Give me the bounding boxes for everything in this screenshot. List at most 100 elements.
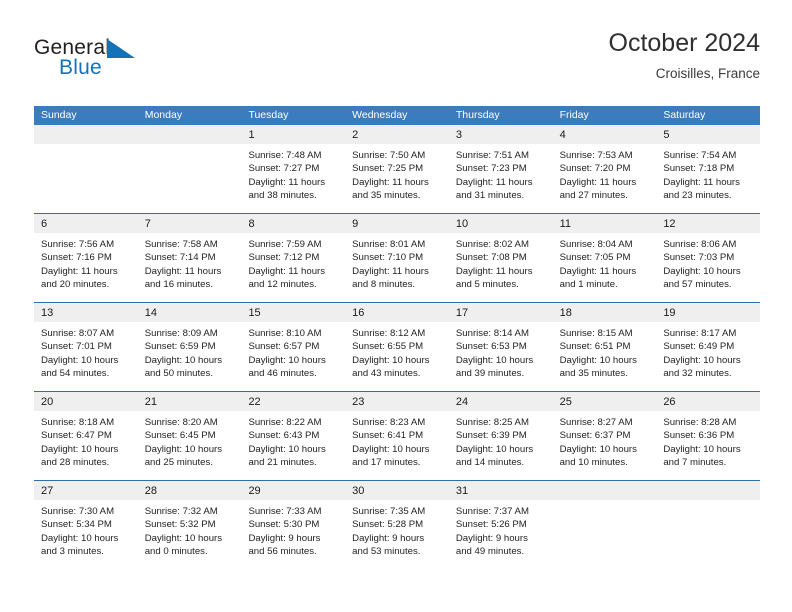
sunset-text: Sunset: 7:14 PM: [144, 252, 216, 264]
calendar-day-cell-17[interactable]: 17 Sunrise: 8:14 AM Sunset: 6:53 PM Dayl…: [448, 303, 553, 391]
day-number-strip: 25: [552, 392, 657, 411]
daylight-text-line1: Daylight: 11 hours: [352, 265, 429, 277]
day-number: 2: [352, 129, 359, 141]
day-number-strip: 18: [552, 303, 657, 322]
daylight-text-line1: Daylight: 10 hours: [559, 354, 637, 366]
calendar-day-cell-30[interactable]: 30 Sunrise: 7:35 AM Sunset: 5:28 PM Dayl…: [345, 481, 449, 569]
sunrise-text: Sunrise: 7:56 AM: [41, 239, 115, 250]
calendar-day-cell-16[interactable]: 16 Sunrise: 8:12 AM Sunset: 6:55 PM Dayl…: [345, 303, 449, 391]
calendar-day-cell-25[interactable]: 25 Sunrise: 8:27 AM Sunset: 6:37 PM Dayl…: [552, 392, 657, 480]
day-number: 11: [559, 218, 572, 230]
day-details: Sunrise: 7:50 AM Sunset: 7:25 PM Dayligh…: [345, 144, 449, 203]
daylight-text-line2: and 17 minutes.: [352, 457, 421, 469]
weekday-header-row: Sunday Monday Tuesday Wednesday Thursday…: [34, 106, 760, 125]
sunset-text: Sunset: 7:08 PM: [455, 252, 527, 264]
day-details: Sunrise: 7:54 AM Sunset: 7:18 PM Dayligh…: [656, 144, 760, 203]
calendar-day-cell-29[interactable]: 29 Sunrise: 7:33 AM Sunset: 5:30 PM Dayl…: [241, 481, 346, 569]
day-number: 7: [144, 218, 151, 230]
day-details: Sunrise: 8:23 AM Sunset: 6:41 PM Dayligh…: [345, 411, 449, 470]
calendar-day-cell-18[interactable]: 18 Sunrise: 8:15 AM Sunset: 6:51 PM Dayl…: [552, 303, 657, 391]
sunrise-text: Sunrise: 7:33 AM: [248, 506, 322, 517]
weekday-header-sunday: Sunday: [41, 109, 77, 121]
day-number-strip: 11: [552, 214, 657, 233]
daylight-text-line1: Daylight: 10 hours: [248, 443, 326, 455]
day-number-strip: 21: [137, 392, 242, 411]
calendar-day-cell-3[interactable]: 3 Sunrise: 7:51 AM Sunset: 7:23 PM Dayli…: [448, 125, 553, 213]
day-details: Sunrise: 7:51 AM Sunset: 7:23 PM Dayligh…: [449, 144, 553, 203]
day-number-strip: 2: [345, 125, 449, 144]
daylight-text-line1: Daylight: 10 hours: [663, 265, 741, 277]
daylight-text-line1: Daylight: 11 hours: [559, 176, 637, 188]
day-details: Sunrise: 8:04 AM Sunset: 7:05 PM Dayligh…: [553, 233, 657, 292]
calendar-day-cell-1[interactable]: 1 Sunrise: 7:48 AM Sunset: 7:27 PM Dayli…: [241, 125, 346, 213]
daylight-text-line2: and 49 minutes.: [455, 546, 525, 558]
calendar-day-cell-22[interactable]: 22 Sunrise: 8:22 AM Sunset: 6:43 PM Dayl…: [241, 392, 346, 480]
day-number-strip: 16: [345, 303, 449, 322]
sunset-text: Sunset: 6:43 PM: [248, 430, 320, 442]
calendar-day-cell-28[interactable]: 28 Sunrise: 7:32 AM Sunset: 5:32 PM Dayl…: [137, 481, 242, 569]
day-details: Sunrise: 7:37 AM Sunset: 5:26 PM Dayligh…: [449, 500, 553, 559]
day-number-strip: 30: [345, 481, 449, 500]
calendar-day-cell-empty: [34, 125, 138, 213]
day-number: 12: [663, 218, 676, 230]
calendar-day-cell-5[interactable]: 5 Sunrise: 7:54 AM Sunset: 7:18 PM Dayli…: [656, 125, 761, 213]
day-details: Sunrise: 8:18 AM Sunset: 6:47 PM Dayligh…: [34, 411, 138, 470]
triangle-icon: [107, 39, 135, 58]
calendar-day-cell-9[interactable]: 9 Sunrise: 8:01 AM Sunset: 7:10 PM Dayli…: [345, 214, 449, 302]
day-number: 15: [248, 307, 261, 319]
weekday-header-monday: Monday: [144, 109, 183, 121]
calendar-day-cell-8[interactable]: 8 Sunrise: 7:59 AM Sunset: 7:12 PM Dayli…: [241, 214, 346, 302]
day-number: 25: [559, 396, 572, 408]
sunrise-text: Sunrise: 8:27 AM: [559, 417, 633, 428]
sunset-text: Sunset: 7:25 PM: [352, 163, 424, 175]
day-details: Sunrise: 8:17 AM Sunset: 6:49 PM Dayligh…: [656, 322, 760, 381]
calendar-day-cell-19[interactable]: 19 Sunrise: 8:17 AM Sunset: 6:49 PM Dayl…: [656, 303, 761, 391]
sunset-text: Sunset: 7:01 PM: [41, 341, 112, 353]
calendar-day-cell-4[interactable]: 4 Sunrise: 7:53 AM Sunset: 7:20 PM Dayli…: [552, 125, 657, 213]
calendar-day-cell-7[interactable]: 7 Sunrise: 7:58 AM Sunset: 7:14 PM Dayli…: [137, 214, 242, 302]
daylight-text-line1: Daylight: 10 hours: [144, 354, 223, 366]
calendar-day-cell-11[interactable]: 11 Sunrise: 8:04 AM Sunset: 7:05 PM Dayl…: [552, 214, 657, 302]
daylight-text-line1: Daylight: 10 hours: [144, 443, 223, 455]
calendar-day-cell-27[interactable]: 27 Sunrise: 7:30 AM Sunset: 5:34 PM Dayl…: [34, 481, 138, 569]
calendar-day-cell-26[interactable]: 26 Sunrise: 8:28 AM Sunset: 6:36 PM Dayl…: [656, 392, 761, 480]
sunset-text: Sunset: 7:27 PM: [248, 163, 320, 175]
daylight-text-line1: Daylight: 10 hours: [144, 532, 223, 544]
brand-name-blue: Blue: [59, 56, 102, 79]
calendar-day-cell-13[interactable]: 13 Sunrise: 8:07 AM Sunset: 7:01 PM Dayl…: [34, 303, 138, 391]
day-details: Sunrise: 7:35 AM Sunset: 5:28 PM Dayligh…: [345, 500, 449, 559]
page-title: October 2024: [608, 29, 761, 57]
calendar-day-cell-23[interactable]: 23 Sunrise: 8:23 AM Sunset: 6:41 PM Dayl…: [345, 392, 449, 480]
calendar-day-cell-20[interactable]: 20 Sunrise: 8:18 AM Sunset: 6:47 PM Dayl…: [34, 392, 138, 480]
sunset-text: Sunset: 7:03 PM: [663, 252, 735, 264]
day-number-strip: [552, 481, 657, 500]
calendar-day-cell-24[interactable]: 24 Sunrise: 8:25 AM Sunset: 6:39 PM Dayl…: [448, 392, 553, 480]
daylight-text-line2: and 20 minutes.: [41, 279, 110, 291]
calendar-day-cell-2[interactable]: 2 Sunrise: 7:50 AM Sunset: 7:25 PM Dayli…: [345, 125, 449, 213]
daylight-text-line2: and 32 minutes.: [663, 368, 732, 380]
sunset-text: Sunset: 6:47 PM: [41, 430, 112, 442]
sunset-text: Sunset: 7:05 PM: [559, 252, 631, 264]
day-number-strip: 5: [656, 125, 761, 144]
calendar-day-cell-15[interactable]: 15 Sunrise: 8:10 AM Sunset: 6:57 PM Dayl…: [241, 303, 346, 391]
day-number: 27: [41, 485, 54, 497]
daylight-text-line2: and 38 minutes.: [248, 190, 317, 202]
sunset-text: Sunset: 5:34 PM: [41, 519, 112, 531]
sunrise-text: Sunrise: 8:17 AM: [663, 328, 737, 339]
calendar-day-cell-14[interactable]: 14 Sunrise: 8:09 AM Sunset: 6:59 PM Dayl…: [137, 303, 242, 391]
daylight-text-line2: and 28 minutes.: [41, 457, 110, 469]
sunrise-text: Sunrise: 7:54 AM: [663, 150, 737, 161]
calendar-day-cell-12[interactable]: 12 Sunrise: 8:06 AM Sunset: 7:03 PM Dayl…: [656, 214, 761, 302]
calendar-day-cell-6[interactable]: 6 Sunrise: 7:56 AM Sunset: 7:16 PM Dayli…: [34, 214, 138, 302]
calendar-day-cell-10[interactable]: 10 Sunrise: 8:02 AM Sunset: 7:08 PM Dayl…: [448, 214, 553, 302]
calendar-day-cell-21[interactable]: 21 Sunrise: 8:20 AM Sunset: 6:45 PM Dayl…: [137, 392, 242, 480]
brand-logo[interactable]: General Blue: [34, 36, 194, 90]
day-number: 23: [352, 396, 365, 408]
sunset-text: Sunset: 6:53 PM: [455, 341, 527, 353]
day-details: Sunrise: 7:59 AM Sunset: 7:12 PM Dayligh…: [241, 233, 345, 292]
daylight-text-line2: and 35 minutes.: [352, 190, 421, 202]
daylight-text-line2: and 16 minutes.: [144, 279, 213, 291]
sunset-text: Sunset: 7:23 PM: [455, 163, 527, 175]
daylight-text-line2: and 57 minutes.: [663, 279, 732, 291]
calendar-day-cell-31[interactable]: 31 Sunrise: 7:37 AM Sunset: 5:26 PM Dayl…: [448, 481, 553, 569]
